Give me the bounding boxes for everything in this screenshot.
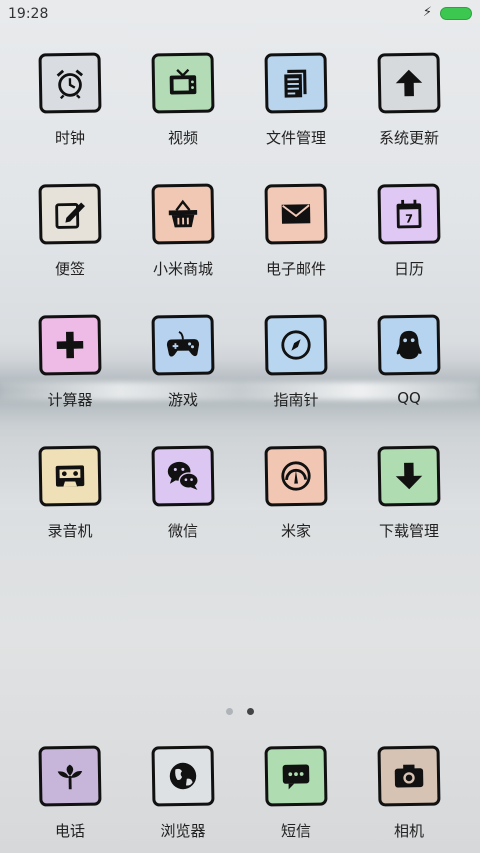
app-label: 浏览器 [160,822,206,840]
app-notes[interactable]: 便签 [20,183,120,279]
app-label: 日历 [393,260,424,278]
dock-camera[interactable]: 相机 [359,745,459,841]
dock-browser[interactable]: 浏览器 [133,745,233,841]
app-compass[interactable]: 指南针 [246,314,346,410]
globe-icon [151,745,215,807]
app-label: 系统更新 [378,129,439,147]
app-label: 电话 [54,822,85,840]
app-file-manager[interactable]: 文件管理 [246,52,346,148]
app-label: 短信 [280,822,311,840]
app-downloads[interactable]: 下载管理 [359,445,459,541]
app-video[interactable]: 视频 [133,52,233,148]
camera-icon [377,745,441,807]
page-dot-1[interactable] [226,708,233,715]
battery-icon [440,7,472,20]
tv-icon [151,52,215,114]
gamepad-icon [151,314,215,376]
chat-bubble-icon [264,745,328,807]
app-games[interactable]: 游戏 [133,314,233,410]
app-label: 计算器 [47,391,93,409]
document-icon [264,52,328,114]
calendar-day: 7 [405,211,413,225]
charging-icon: ⚡ [422,5,432,20]
cassette-icon [38,445,102,507]
app-label: 指南针 [273,391,319,409]
compass-icon [264,314,328,376]
wechat-icon [151,445,215,507]
app-calculator[interactable]: 计算器 [20,314,120,410]
app-recorder[interactable]: 录音机 [20,445,120,541]
app-label: 米家 [280,522,311,540]
calendar-icon: 7 [377,183,441,245]
app-label: 视频 [167,129,198,147]
arrow-up-icon [377,52,441,114]
gauge-icon [264,445,328,507]
app-email[interactable]: 电子邮件 [246,183,346,279]
envelope-icon [264,183,328,245]
app-label: 电子邮件 [265,260,326,278]
app-label: QQ [397,389,421,407]
alarm-clock-icon [38,52,102,114]
app-label: 录音机 [47,522,93,540]
app-label: 下载管理 [378,522,439,540]
app-label: 文件管理 [265,129,326,147]
status-time: 19:28 [8,6,49,22]
arrow-down-icon [377,445,441,507]
dock-messages[interactable]: 短信 [246,745,346,841]
status-bar: 19:28 ⚡ [0,0,480,28]
app-label: 时钟 [54,129,85,147]
app-label: 相机 [393,822,424,840]
app-label: 便签 [54,260,85,278]
app-mi-store[interactable]: 小米商城 [133,183,233,279]
penguin-icon [377,314,441,376]
page-dot-2[interactable] [247,708,254,715]
dock-phone[interactable]: 电话 [20,745,120,841]
app-mi-home[interactable]: 米家 [246,445,346,541]
app-clock[interactable]: 时钟 [20,52,120,148]
plus-icon [38,314,102,376]
app-calendar[interactable]: 7 日历 [359,183,459,279]
app-label: 小米商城 [152,260,213,278]
leaf-icon [38,745,102,807]
edit-note-icon [38,183,102,245]
app-system-update[interactable]: 系统更新 [359,52,459,148]
app-label: 微信 [167,522,198,540]
page-indicator [0,700,480,719]
app-qq[interactable]: QQ [359,314,459,407]
app-label: 游戏 [167,391,198,409]
shopping-basket-icon [151,183,215,245]
app-wechat[interactable]: 微信 [133,445,233,541]
